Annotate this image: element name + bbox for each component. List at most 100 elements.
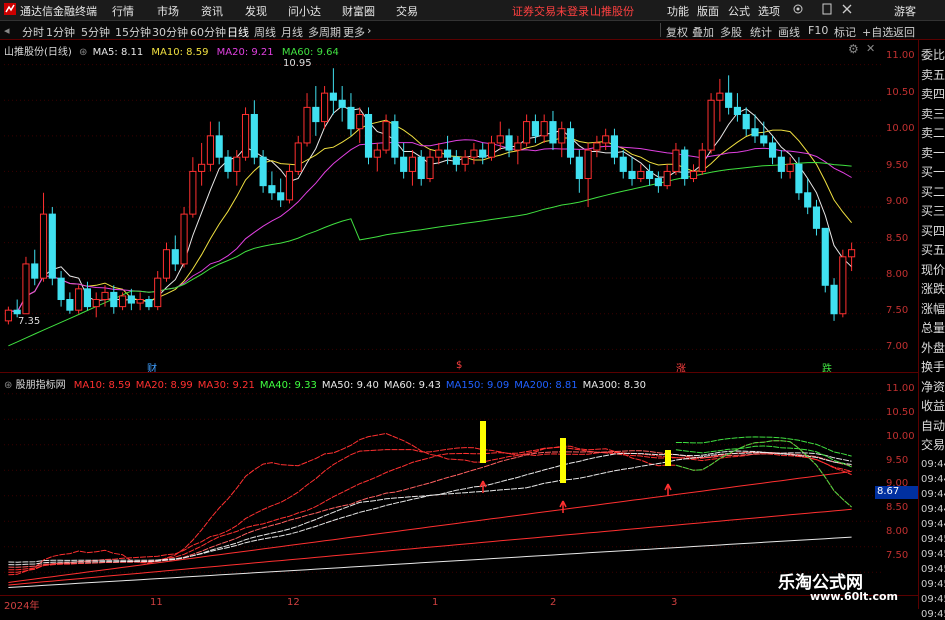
menu-news[interactable]: 资讯 [201, 3, 223, 19]
chevron-right-icon[interactable]: › [367, 24, 371, 37]
candle-body[interactable] [48, 213, 56, 279]
side-label-9[interactable]: 买四 [921, 222, 945, 239]
scroll-left-icon[interactable]: ◂ [4, 24, 10, 37]
candle-body[interactable] [285, 170, 294, 201]
candle-body[interactable] [268, 185, 276, 194]
candle-body[interactable] [206, 135, 214, 165]
candle-body[interactable] [681, 149, 689, 180]
candle-body[interactable] [321, 92, 329, 123]
candle-body[interactable] [848, 249, 856, 258]
candle-body[interactable] [523, 121, 531, 144]
candle-body[interactable] [786, 163, 794, 172]
menu-layout[interactable]: 版面 [697, 3, 719, 19]
candle-body[interactable] [821, 227, 829, 286]
candle-body[interactable] [189, 170, 197, 215]
candle-body[interactable] [742, 113, 750, 130]
side-label-18[interactable]: 收益 [921, 397, 945, 414]
menu-ask[interactable]: 问小达 [288, 3, 321, 19]
period-intraday[interactable]: 分时 [22, 24, 44, 40]
side-label-10[interactable]: 买五 [921, 241, 945, 258]
side-label-7[interactable]: 买二 [921, 183, 945, 200]
side-label-4[interactable]: 卖二 [921, 124, 945, 141]
candle-body[interactable] [303, 106, 311, 144]
user-guest[interactable]: 游客 [894, 3, 916, 19]
candle-body[interactable] [707, 99, 715, 151]
menu-function[interactable]: 功能 [667, 3, 689, 19]
action-mark[interactable]: 标记 [834, 24, 856, 40]
period-daily[interactable]: 日线 [227, 24, 249, 40]
candle-body[interactable] [408, 156, 417, 172]
period-15min[interactable]: 15分钟 [115, 24, 151, 40]
candle-body[interactable] [329, 92, 337, 101]
candle-body[interactable] [180, 213, 188, 265]
side-label-8[interactable]: 买三 [921, 202, 945, 219]
period-30min[interactable]: 30分钟 [152, 24, 188, 40]
period-5min[interactable]: 5分钟 [81, 24, 110, 40]
side-label-19[interactable]: 自动 [921, 417, 945, 434]
candle-body[interactable] [602, 135, 610, 144]
candle-body[interactable] [443, 149, 452, 158]
candle-body[interactable] [531, 121, 539, 137]
candle-body[interactable] [92, 299, 100, 308]
side-label-20[interactable]: 交易 [921, 436, 945, 453]
candle-body[interactable] [461, 156, 469, 165]
candle-body[interactable] [760, 135, 768, 144]
action-add-favorite[interactable]: +自选 [862, 24, 893, 40]
period-60min[interactable]: 60分钟 [190, 24, 226, 40]
candle-body[interactable] [259, 156, 267, 187]
event-dividend-mark[interactable]: $ [456, 360, 462, 371]
candle-body[interactable] [725, 92, 733, 108]
candle-body[interactable] [496, 135, 504, 144]
candle-body[interactable] [505, 135, 513, 151]
candle-body[interactable] [101, 291, 109, 301]
candle-body[interactable] [119, 295, 127, 308]
candle-body[interactable] [540, 121, 548, 137]
candle-body[interactable] [663, 170, 671, 187]
candle-body[interactable] [154, 277, 162, 308]
candle-body[interactable] [277, 192, 285, 201]
candle-body[interactable] [628, 170, 636, 180]
indicator-chart[interactable] [0, 373, 918, 595]
period-weekly[interactable]: 周线 [254, 24, 276, 40]
candle-body[interactable] [75, 288, 83, 311]
candle-body[interactable] [400, 156, 408, 172]
action-multi-stock[interactable]: 多股 [720, 24, 742, 40]
candle-body[interactable] [672, 149, 680, 172]
candle-body[interactable] [549, 121, 557, 144]
candle-body[interactable] [593, 142, 601, 151]
candle-body[interactable] [145, 299, 153, 308]
candle-body[interactable] [83, 288, 92, 308]
candle-body[interactable] [646, 170, 654, 180]
candle-body[interactable] [716, 92, 724, 101]
candle-body[interactable] [768, 142, 777, 158]
candle-body[interactable] [698, 149, 706, 172]
candle-body[interactable] [57, 277, 65, 301]
candle-body[interactable] [795, 163, 803, 194]
menu-options[interactable]: 选项 [758, 3, 780, 19]
candle-body[interactable] [435, 149, 443, 158]
period-multi[interactable]: 多周期 [308, 24, 341, 40]
side-label-12[interactable]: 涨跌 [921, 280, 945, 297]
candle-body[interactable] [733, 106, 741, 115]
action-stats[interactable]: 统计 [750, 24, 772, 40]
candle-body[interactable] [22, 263, 30, 315]
menu-market[interactable]: 市场 [157, 3, 179, 19]
candle-body[interactable] [637, 170, 645, 180]
candle-body[interactable] [514, 142, 522, 151]
candle-body[interactable] [751, 128, 759, 137]
menu-quotes[interactable]: 行情 [112, 3, 134, 19]
candle-body[interactable] [479, 149, 487, 158]
candle-body[interactable] [830, 284, 838, 315]
candle-body[interactable] [558, 128, 566, 144]
side-label-6[interactable]: 买一 [921, 163, 945, 180]
candle-body[interactable] [373, 149, 381, 158]
menu-trade[interactable]: 交易 [396, 3, 418, 19]
candle-body[interactable] [347, 106, 355, 130]
side-label-3[interactable]: 卖三 [921, 105, 945, 122]
candle-body[interactable] [382, 121, 390, 151]
candle-body[interactable] [136, 299, 144, 304]
candle-body[interactable] [812, 206, 821, 229]
candle-body[interactable] [250, 113, 258, 158]
trade-login-notice[interactable]: 证券交易未登录 [512, 3, 589, 19]
action-adjust[interactable]: 复权 [666, 24, 688, 40]
